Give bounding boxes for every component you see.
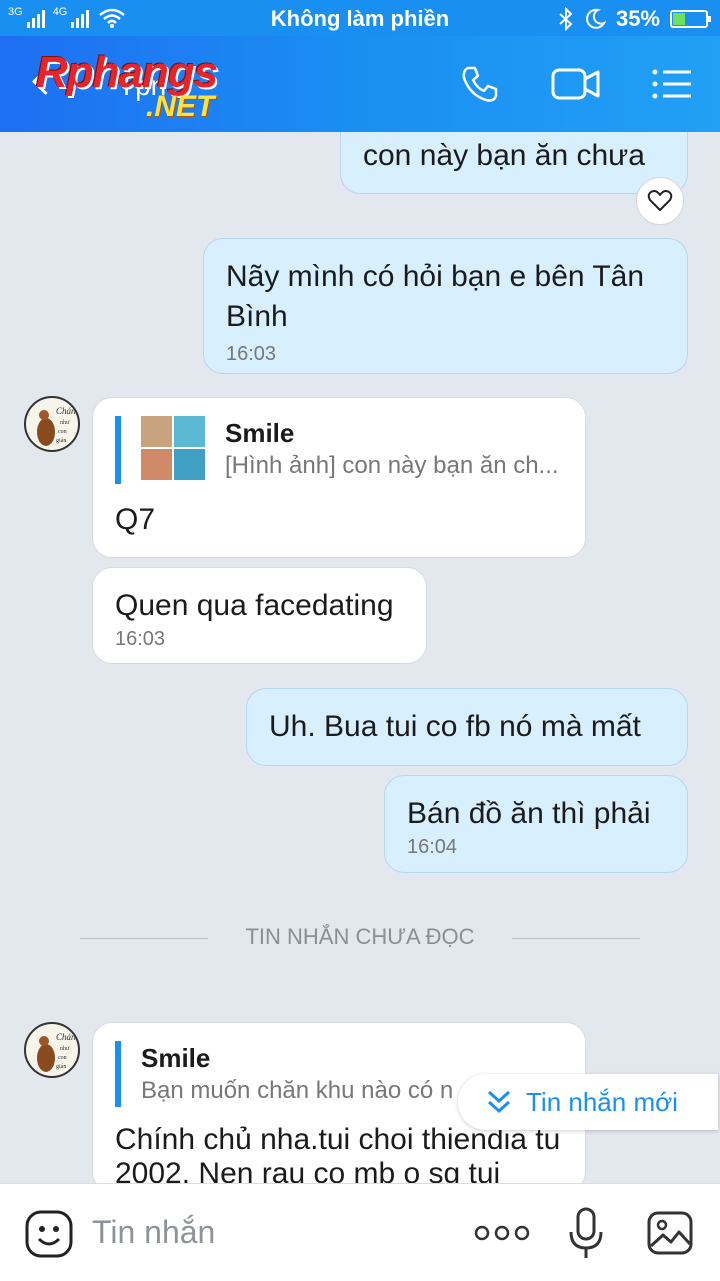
message-text: Uh. Bua tui co fb nó mà mất [269, 710, 641, 743]
svg-text:gián: gián [56, 438, 66, 444]
message-text: Nãy mình có hỏi bạn e bên Tân Bình [226, 260, 645, 333]
battery-fill [673, 13, 685, 25]
battery-icon [670, 10, 711, 28]
quoted-message[interactable]: Smile [Hình ảnh] con này bạn ăn ch... [115, 416, 563, 484]
phone-icon[interactable] [458, 62, 502, 106]
message-text: con này bạn ăn chưa [363, 139, 645, 172]
quoted-text: [Hình ảnh] con này bạn ăn ch... [225, 452, 559, 479]
watermark-logo: Rphangs .NET [36, 48, 266, 124]
status-bar: 3G 4G Không làm phiền 35% [0, 0, 720, 36]
avatar[interactable]: Chán như con gián [24, 1022, 80, 1078]
message-outgoing[interactable]: Uh. Bua tui co fb nó mà mất [246, 688, 688, 766]
avatar-image: Chán như con gián [37, 1032, 76, 1072]
react-heart-button[interactable] [636, 177, 684, 225]
divider-line-right [512, 938, 640, 939]
avatar-image: Chán như con gián [37, 406, 76, 446]
svg-text:như: như [60, 420, 70, 426]
message-text: Q7 [115, 503, 156, 536]
message-outgoing[interactable]: Bán đồ ăn thì phải 16:04 [384, 775, 688, 873]
message-text: Quen qua facedating [115, 589, 394, 622]
message-incoming[interactable]: Quen qua facedating 16:03 [92, 567, 427, 664]
bluetooth-icon [559, 7, 573, 31]
chevron-double-down-icon [487, 1090, 511, 1114]
quoted-sender: Smile [141, 1043, 211, 1073]
sticker-icon[interactable] [24, 1209, 74, 1259]
unread-label: TIN NHẮN CHƯA ĐỌC [245, 924, 475, 949]
quoted-sender: Smile [225, 418, 295, 448]
avatar[interactable]: Chán như con gián [24, 396, 80, 452]
moon-icon [586, 8, 606, 29]
svg-text:Chán: Chán [56, 1032, 76, 1042]
svg-text:gián: gián [56, 1064, 66, 1070]
message-time: 16:04 [407, 836, 458, 858]
message-input-bar: Tin nhắn [0, 1183, 720, 1281]
svg-text:con: con [58, 1055, 67, 1061]
message-text: Chính chủ nha.tui choi thiendia tu 2002.… [115, 1123, 561, 1190]
svg-text:con: con [58, 429, 67, 435]
message-time: 16:03 [226, 343, 277, 365]
menu-list-icon[interactable] [650, 62, 694, 106]
image-icon[interactable] [646, 1210, 694, 1256]
watermark-line2: .NET [146, 90, 215, 123]
status-right: 35% [558, 6, 711, 32]
svg-text:Chán: Chán [56, 406, 76, 416]
message-incoming[interactable]: Smile [Hình ảnh] con này bạn ăn ch... Q7 [92, 397, 586, 558]
quoted-thumbnail [141, 416, 205, 480]
message-time: 16:03 [115, 628, 166, 650]
svg-text:như: như [60, 1046, 70, 1052]
message-text: Bán đồ ăn thì phải [407, 797, 651, 830]
message-input[interactable]: Tin nhắn [92, 1214, 215, 1251]
battery-percent: 35% [615, 6, 660, 31]
new-messages-label: Tin nhắn mới [526, 1086, 678, 1117]
unread-divider: TIN NHẮN CHƯA ĐỌC [80, 922, 640, 954]
new-messages-button[interactable]: Tin nhắn mới [458, 1074, 718, 1130]
heart-icon [647, 190, 673, 211]
more-dots-icon[interactable] [474, 1222, 530, 1244]
message-outgoing[interactable]: Nãy mình có hỏi bạn e bên Tân Bình 16:03 [203, 238, 688, 374]
chat-header: Tpn Rphangs .NET [0, 36, 720, 132]
microphone-icon[interactable] [566, 1206, 606, 1262]
message-outgoing[interactable]: con này bạn ăn chưa [340, 132, 688, 194]
video-call-icon[interactable] [550, 62, 602, 106]
